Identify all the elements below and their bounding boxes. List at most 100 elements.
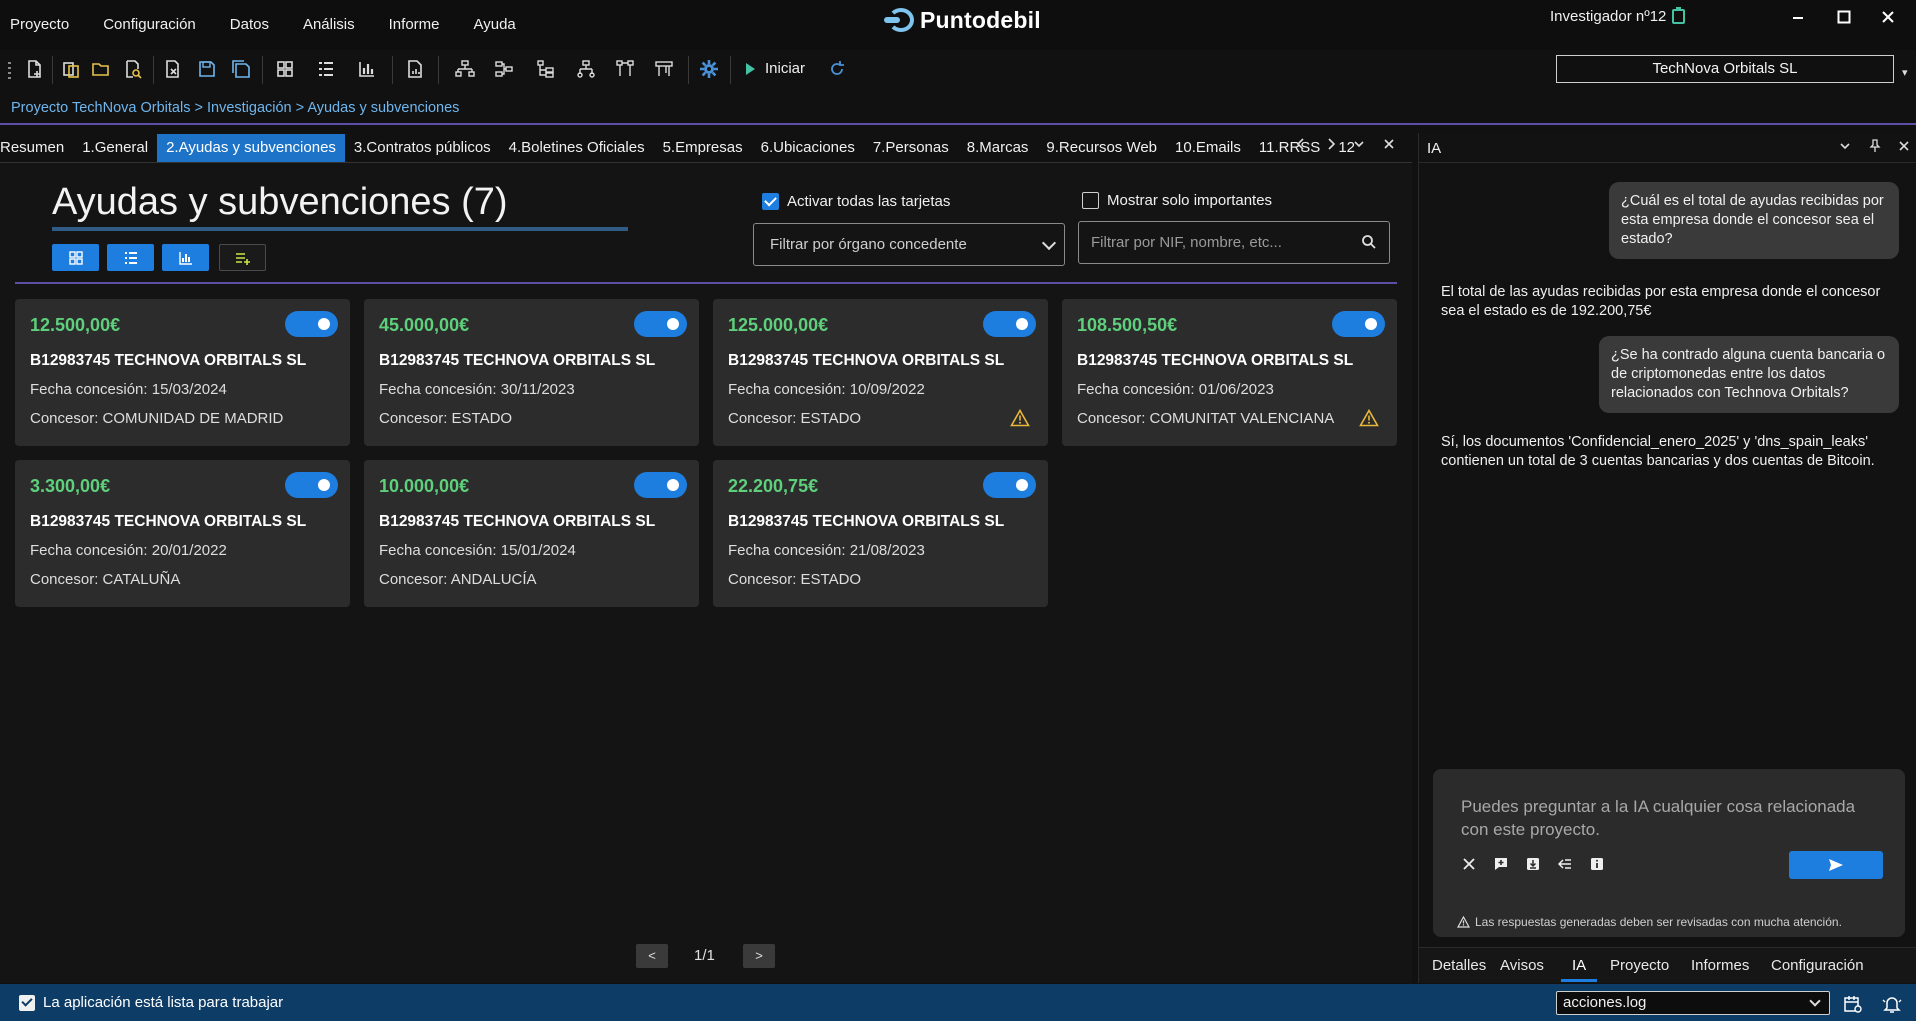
tab-recursos-web[interactable]: 9.Recursos Web <box>1037 134 1166 162</box>
menu-informe[interactable]: Informe <box>389 16 440 33</box>
delete-document-button[interactable] <box>160 56 186 82</box>
calendar-settings-icon[interactable] <box>1843 994 1863 1014</box>
bottom-tab-informes[interactable]: Informes <box>1691 957 1749 974</box>
new-chat-button[interactable] <box>1491 854 1511 874</box>
tab-list-button[interactable] <box>1350 137 1368 157</box>
tab-personas[interactable]: 7.Personas <box>864 134 958 162</box>
notification-bell-icon[interactable] <box>1882 994 1902 1014</box>
next-page-button[interactable]: > <box>743 944 775 968</box>
grant-card[interactable]: 45.000,00€ B12983745 TECHNOVA ORBITALS S… <box>364 299 699 446</box>
tab-empresas[interactable]: 5.Empresas <box>654 134 752 162</box>
tab-emails[interactable]: 10.Emails <box>1166 134 1250 162</box>
search-document-button[interactable] <box>120 56 146 82</box>
menu-configuracion[interactable]: Configuración <box>103 16 196 33</box>
activate-all-checkbox[interactable]: Activar todas las tarjetas <box>762 193 950 210</box>
send-message-button[interactable] <box>1789 851 1883 879</box>
grid-view-button[interactable] <box>272 56 298 82</box>
card-enable-toggle[interactable] <box>285 311 338 337</box>
grant-company: B12983745 TECHNOVA ORBITALS SL <box>728 352 1005 369</box>
chart-view-button[interactable] <box>162 244 209 271</box>
tree-view-5-button[interactable] <box>612 56 638 82</box>
log-file-select[interactable]: acciones.log <box>1556 991 1830 1015</box>
warning-icon[interactable] <box>1010 409 1030 427</box>
save-all-button[interactable] <box>228 56 254 82</box>
tab-rrss[interactable]: 11.RRSS <box>1250 134 1329 162</box>
tab-scroll-left-button[interactable] <box>1292 137 1310 157</box>
ia-panel-pin-button[interactable] <box>1866 139 1884 157</box>
tree-view-3-button[interactable] <box>533 56 559 82</box>
ia-panel-close-button[interactable] <box>1895 139 1913 157</box>
grant-card[interactable]: 125.000,00€ B12983745 TECHNOVA ORBITALS … <box>713 299 1048 446</box>
list-view-button[interactable] <box>313 56 339 82</box>
filter-organ-select[interactable]: Filtrar por órgano concedente <box>753 223 1065 266</box>
menu-ayuda[interactable]: Ayuda <box>474 16 516 33</box>
toolbar-separator <box>153 56 154 84</box>
grant-card[interactable]: 108.500,50€ B12983745 TECHNOVA ORBITALS … <box>1062 299 1397 446</box>
minimize-button[interactable] <box>1786 6 1810 30</box>
bottom-tab-ia[interactable]: IA <box>1572 957 1586 974</box>
tab-general[interactable]: 1.General <box>73 134 157 162</box>
user-info[interactable]: Investigador nº12 <box>1550 7 1686 25</box>
toolbar-overflow-icon[interactable]: ▾ <box>1902 66 1908 79</box>
tab-marcas[interactable]: 8.Marcas <box>958 134 1038 162</box>
new-document-button[interactable] <box>21 56 47 82</box>
card-enable-toggle[interactable] <box>983 311 1036 337</box>
card-enable-toggle[interactable] <box>983 472 1036 498</box>
save-button[interactable] <box>194 56 220 82</box>
card-enable-toggle[interactable] <box>634 311 687 337</box>
card-view-button[interactable] <box>52 244 99 271</box>
clear-chat-button[interactable] <box>1459 854 1479 874</box>
menu-datos[interactable]: Datos <box>230 16 269 33</box>
download-chat-button[interactable] <box>1523 854 1543 874</box>
card-enable-toggle[interactable] <box>634 472 687 498</box>
tab-ubicaciones[interactable]: 6.Ubicaciones <box>752 134 864 162</box>
tree-view-4-button[interactable] <box>573 56 599 82</box>
grant-card[interactable]: 12.500,00€ B12983745 TECHNOVA ORBITALS S… <box>15 299 350 446</box>
prev-page-button[interactable]: < <box>636 944 668 968</box>
toolbar-grip[interactable] <box>8 62 11 80</box>
bottom-tab-proyecto[interactable]: Proyecto <box>1610 957 1669 974</box>
tree-icon <box>655 61 673 76</box>
bottom-tab-detalles[interactable]: Detalles <box>1432 957 1486 974</box>
grant-card[interactable]: 3.300,00€ B12983745 TECHNOVA ORBITALS SL… <box>15 460 350 607</box>
start-button[interactable]: Iniciar <box>746 60 805 77</box>
refresh-button[interactable] <box>824 56 850 82</box>
report-button[interactable] <box>402 56 428 82</box>
ia-panel-menu-button[interactable] <box>1836 139 1854 157</box>
tree-view-6-button[interactable] <box>651 56 677 82</box>
grant-card[interactable]: 10.000,00€ B12983745 TECHNOVA ORBITALS S… <box>364 460 699 607</box>
tree-view-1-button[interactable] <box>452 56 478 82</box>
open-folder-button[interactable] <box>88 56 114 82</box>
card-enable-toggle[interactable] <box>285 472 338 498</box>
bottom-tab-configuracion[interactable]: Configuración <box>1771 957 1864 974</box>
add-filter-button[interactable] <box>219 244 266 271</box>
bottom-tab-avisos[interactable]: Avisos <box>1500 957 1544 974</box>
menu-analisis[interactable]: Análisis <box>303 16 355 33</box>
tree-view-2-button[interactable] <box>491 56 517 82</box>
warning-icon[interactable] <box>1359 409 1379 427</box>
company-selector[interactable]: TechNova Orbitals SL <box>1556 55 1894 83</box>
card-enable-toggle[interactable] <box>1332 311 1385 337</box>
tab-ayudas-subvenciones[interactable]: 2.Ayudas y subvenciones <box>157 134 345 162</box>
close-window-button[interactable] <box>1876 6 1900 30</box>
grant-date: Fecha concesión: 20/01/2022 <box>30 542 227 559</box>
tab-close-button[interactable] <box>1380 137 1398 157</box>
maximize-button[interactable] <box>1832 6 1856 30</box>
collapse-chat-button[interactable] <box>1555 854 1575 874</box>
grant-card[interactable]: 22.200,75€ B12983745 TECHNOVA ORBITALS S… <box>713 460 1048 607</box>
tab-boletines-oficiales[interactable]: 4.Boletines Oficiales <box>500 134 654 162</box>
copy-document-button[interactable] <box>58 56 84 82</box>
ia-chat-input[interactable]: Puedes preguntar a la IA cualquier cosa … <box>1433 769 1905 937</box>
chat-info-button[interactable] <box>1587 854 1607 874</box>
tab-resumen[interactable]: Resumen <box>0 134 73 162</box>
chart-view-button[interactable] <box>354 56 380 82</box>
only-important-checkbox[interactable]: Mostrar solo importantes <box>1082 192 1272 209</box>
menu-proyecto[interactable]: Proyecto <box>10 16 69 33</box>
tab-scroll-right-button[interactable] <box>1322 137 1340 157</box>
ia-panel-title: IA <box>1427 140 1442 157</box>
settings-button[interactable] <box>696 56 722 82</box>
filter-search-input[interactable]: Filtrar por NIF, nombre, etc... <box>1078 221 1390 264</box>
tab-contratos-publicos[interactable]: 3.Contratos públicos <box>345 134 500 162</box>
table-view-button[interactable] <box>107 244 154 271</box>
breadcrumb[interactable]: Proyecto TechNova Orbitals > Investigaci… <box>11 100 459 116</box>
